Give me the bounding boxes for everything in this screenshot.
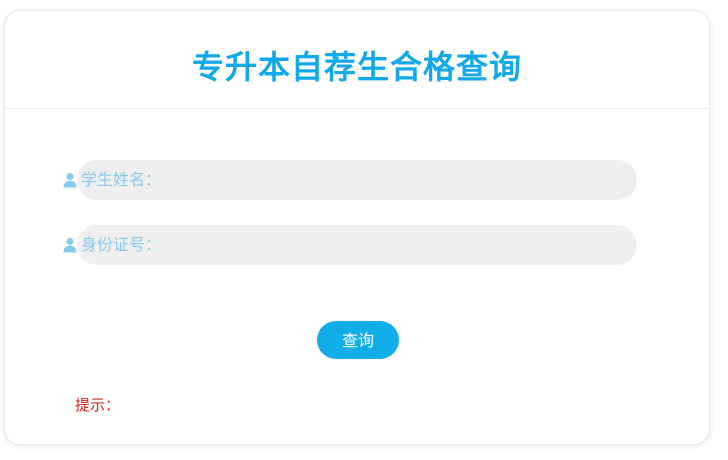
user-icon [63, 173, 77, 188]
query-card: 专升本自荐生合格查询 学生姓名： 身份证号： 查询 提示： [4, 10, 710, 445]
student-name-input[interactable] [169, 160, 629, 200]
card-header: 专升本自荐生合格查询 [5, 11, 709, 109]
user-icon [63, 238, 77, 253]
student-name-label-text: 学生姓名： [81, 170, 162, 189]
id-number-label-text: 身份证号： [81, 235, 162, 254]
page-title: 专升本自荐生合格查询 [191, 48, 522, 86]
query-button[interactable]: 查询 [317, 321, 399, 359]
notice-label: 提示： [75, 396, 121, 414]
id-number-label: 身份证号： [63, 225, 161, 265]
student-name-label: 学生姓名： [63, 160, 161, 200]
id-number-input[interactable] [169, 225, 629, 265]
